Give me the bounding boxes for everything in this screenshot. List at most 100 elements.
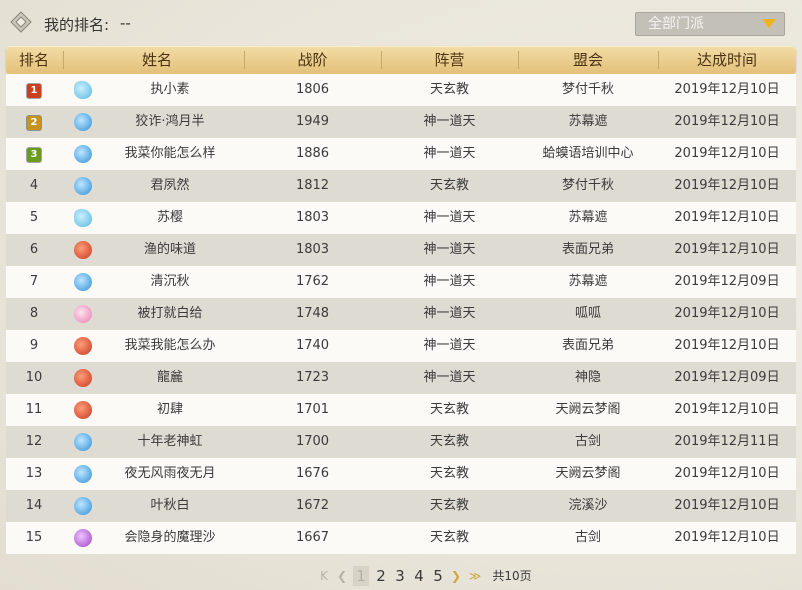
- faction-cell: [70, 234, 96, 266]
- rank-badge-icon: 2: [27, 116, 41, 130]
- top-bar: 我的排名: -- 全部门派: [0, 0, 802, 46]
- table-row[interactable]: 14 叶秋白 1672 天玄教 浣溪沙 2019年12月10日: [6, 490, 796, 522]
- table-row[interactable]: 9 我菜我能怎么办 1740 神一道天 表面兄弟 2019年12月10日: [6, 330, 796, 362]
- power-value: 1803: [295, 242, 330, 257]
- header-date[interactable]: 达成时间: [658, 46, 796, 74]
- header-rank[interactable]: 排名: [6, 46, 62, 74]
- faction-cell: [70, 394, 96, 426]
- date-value: 2019年12月10日: [674, 242, 780, 257]
- player-name: 执小素: [150, 82, 190, 97]
- header-power[interactable]: 战阶: [244, 46, 381, 74]
- header-camp[interactable]: 阵营: [381, 46, 518, 74]
- faction-select[interactable]: 全部门派: [635, 12, 785, 36]
- table-row[interactable]: 3 我菜你能怎么样 1886 神一道天 蛤蟆语培训中心 2019年12月10日: [6, 138, 796, 170]
- date-value: 2019年12月10日: [674, 306, 780, 321]
- power-value: 1676: [295, 466, 330, 481]
- faction-cell: [70, 362, 96, 394]
- player-name: 叶秋白: [150, 498, 190, 513]
- power-value: 1701: [295, 402, 330, 417]
- date-value: 2019年12月10日: [674, 210, 780, 225]
- player-name: 清沉秋: [150, 274, 190, 289]
- table-row[interactable]: 7 清沉秋 1762 神一道天 苏幕遮 2019年12月09日: [6, 266, 796, 298]
- next-page-icon[interactable]: ❯: [450, 566, 462, 586]
- camp-value: 神一道天: [423, 274, 476, 289]
- page-1-button[interactable]: 1: [353, 566, 369, 586]
- page-2-button[interactable]: 2: [374, 566, 388, 586]
- guild-value: 蛤蟆语培训中心: [542, 146, 634, 161]
- header-name[interactable]: 姓名: [70, 46, 244, 74]
- ranking-panel: 我的排名: -- 全部门派 排名 姓名 战阶 阵营 盟会 达成时间 1 执小素 …: [0, 0, 802, 590]
- rank-value: 6: [29, 242, 39, 257]
- rank-cell: 3: [6, 138, 62, 170]
- rank-value: 9: [29, 338, 39, 353]
- camp-value: 天玄教: [429, 434, 469, 449]
- power-value: 1762: [295, 274, 330, 289]
- rank-value: 7: [29, 274, 39, 289]
- rank-value: 8: [29, 306, 39, 321]
- power-value: 1803: [295, 210, 330, 225]
- camp-value: 神一道天: [423, 210, 476, 225]
- faction-icon: [74, 369, 92, 387]
- faction-icon: [74, 81, 92, 99]
- prev-page-icon[interactable]: ❮: [336, 566, 348, 586]
- faction-cell: [70, 298, 96, 330]
- faction-icon: [74, 401, 92, 419]
- power-value: 1949: [295, 114, 330, 129]
- date-value: 2019年12月09日: [674, 370, 780, 385]
- rank-value: 11: [25, 402, 43, 417]
- table-row[interactable]: 15 会隐身的魔理沙 1667 天玄教 古剑 2019年12月10日: [6, 522, 796, 554]
- page-3-button[interactable]: 3: [393, 566, 407, 586]
- date-value: 2019年12月10日: [674, 178, 780, 193]
- table-row[interactable]: 13 夜无风雨夜无月 1676 天玄教 天阙云梦阁 2019年12月10日: [6, 458, 796, 490]
- rank-value: 14: [25, 498, 43, 513]
- guild-value: 天阙云梦阁: [555, 466, 621, 481]
- first-page-icon[interactable]: K: [318, 566, 330, 586]
- table-row[interactable]: 12 十年老神虹 1700 天玄教 古剑 2019年12月11日: [6, 426, 796, 458]
- player-name: 夜无风雨夜无月: [124, 466, 216, 481]
- faction-icon: [74, 433, 92, 451]
- page-4-button[interactable]: 4: [412, 566, 426, 586]
- rank-cell: 2: [6, 106, 62, 138]
- table-row[interactable]: 1 执小素 1806 天玄教 梦付千秋 2019年12月10日: [6, 74, 796, 106]
- page-5-button[interactable]: 5: [431, 566, 445, 586]
- guild-value: 天阙云梦阁: [555, 402, 621, 417]
- power-value: 1672: [295, 498, 330, 513]
- table-row[interactable]: 8 被打就白给 1748 神一道天 呱呱 2019年12月10日: [6, 298, 796, 330]
- table-row[interactable]: 6 渔的味道 1803 神一道天 表面兄弟 2019年12月10日: [6, 234, 796, 266]
- last-page-icon[interactable]: ≫: [468, 566, 482, 586]
- camp-value: 天玄教: [429, 466, 469, 481]
- camp-value: 神一道天: [423, 114, 476, 129]
- guild-value: 表面兄弟: [561, 242, 614, 257]
- ranking-table: 1 执小素 1806 天玄教 梦付千秋 2019年12月10日 2 狡诈·鸿月半…: [6, 74, 796, 554]
- table-row[interactable]: 2 狡诈·鸿月半 1949 神一道天 苏幕遮 2019年12月10日: [6, 106, 796, 138]
- rank-value: 12: [25, 434, 43, 449]
- player-name: 我菜你能怎么样: [124, 146, 216, 161]
- guild-value: 梦付千秋: [561, 178, 614, 193]
- table-row[interactable]: 11 初肆 1701 天玄教 天阙云梦阁 2019年12月10日: [6, 394, 796, 426]
- player-name: 十年老神虹: [137, 434, 203, 449]
- player-name: 被打就白给: [137, 306, 203, 321]
- faction-icon: [74, 273, 92, 291]
- faction-icon: [74, 145, 92, 163]
- table-row[interactable]: 10 龍麄 1723 神一道天 神隐 2019年12月09日: [6, 362, 796, 394]
- faction-cell: [70, 522, 96, 554]
- header-guild[interactable]: 盟会: [518, 46, 658, 74]
- rank-cell: 1: [6, 74, 62, 106]
- camp-value: 天玄教: [429, 498, 469, 513]
- player-name: 龍麄: [156, 370, 183, 385]
- guild-value: 神隐: [574, 370, 601, 385]
- faction-icon: [74, 497, 92, 515]
- table-row[interactable]: 5 苏樱 1803 神一道天 苏幕遮 2019年12月10日: [6, 202, 796, 234]
- guild-value: 古剑: [574, 530, 601, 545]
- date-value: 2019年12月09日: [674, 274, 780, 289]
- power-value: 1886: [295, 146, 330, 161]
- power-value: 1748: [295, 306, 330, 321]
- faction-icon: [74, 177, 92, 195]
- guild-value: 古剑: [574, 434, 601, 449]
- faction-cell: [70, 490, 96, 522]
- faction-cell: [70, 170, 96, 202]
- chevron-down-icon[interactable]: [762, 19, 776, 28]
- date-value: 2019年12月10日: [674, 530, 780, 545]
- date-value: 2019年12月11日: [674, 434, 780, 449]
- table-row[interactable]: 4 君夙然 1812 天玄教 梦付千秋 2019年12月10日: [6, 170, 796, 202]
